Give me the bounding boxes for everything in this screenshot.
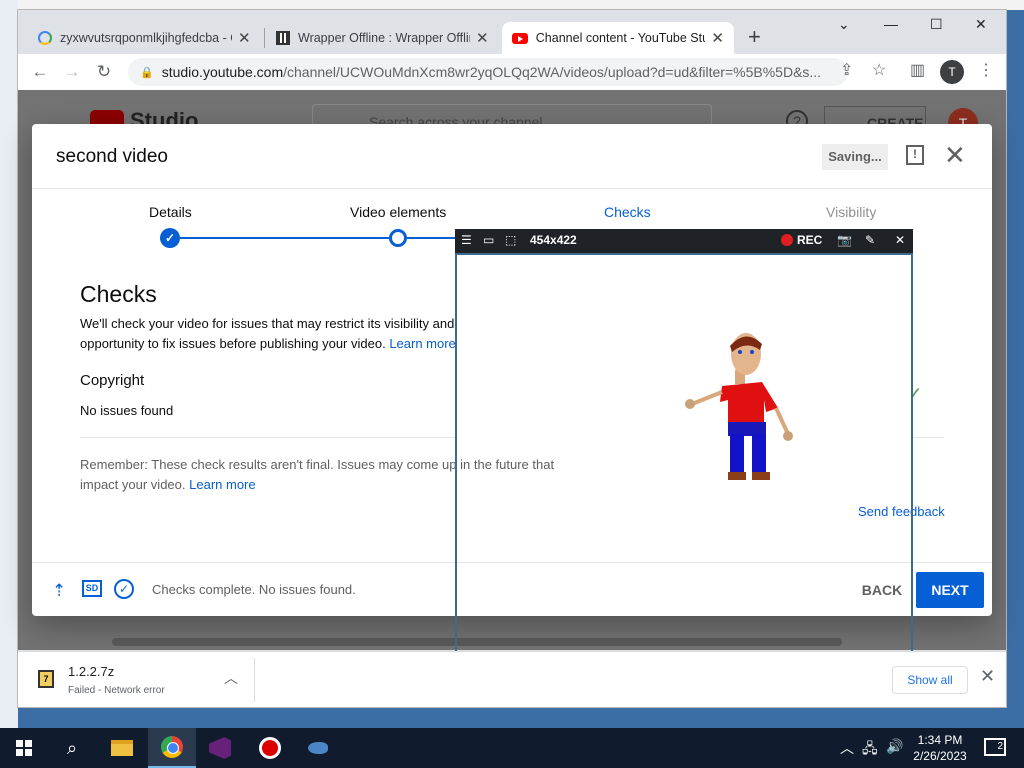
step-video-elements[interactable]: Video elements — [350, 204, 446, 220]
next-button[interactable]: NEXT — [916, 572, 984, 608]
address-bar[interactable]: 🔒 studio.youtube.com/channel/UCWOuMdnXcm… — [128, 58, 848, 86]
region-select-icon[interactable]: ⬚ — [505, 233, 516, 247]
close-tab-icon[interactable]: ✕ — [238, 29, 251, 47]
archive-file-icon: 7 — [38, 670, 54, 688]
chrome-icon — [161, 736, 183, 758]
tab-title: Channel content - YouTube Stud — [535, 31, 706, 45]
chevron-up-icon[interactable]: ︿ — [224, 668, 238, 688]
saving-badge: Saving... — [822, 144, 888, 170]
forward-arrow-icon[interactable]: → — [56, 62, 88, 82]
window-icon[interactable]: ▭ — [483, 233, 494, 247]
profile-avatar[interactable]: T — [940, 60, 964, 84]
back-arrow-icon[interactable]: ← — [24, 62, 56, 82]
record-button[interactable]: REC — [781, 233, 822, 247]
record-icon — [259, 737, 281, 759]
tab-wrapper-offline[interactable]: Wrapper Offline : Wrapper Offlin ✕ — [266, 22, 499, 54]
system-clock[interactable]: 1:34 PM 2/26/2023 — [912, 732, 968, 764]
step-done-check-icon: ✓ — [160, 228, 180, 248]
step-checks[interactable]: Checks — [604, 204, 651, 220]
clock-time: 1:34 PM — [917, 733, 963, 747]
browser-toolbar: ← → ↻ 🔒 studio.youtube.com/channel/UCWOu… — [18, 54, 1006, 90]
fish-app-icon — [308, 742, 328, 754]
tab-google-search[interactable]: zyxwvutsrqponmlkjihgfedcba - G ✕ — [28, 22, 261, 54]
search-icon: ⌕ — [66, 737, 78, 758]
minimize-icon[interactable]: — — [884, 16, 898, 32]
folder-icon — [111, 740, 133, 756]
close-tab-icon[interactable]: ✕ — [711, 29, 724, 47]
side-panel-icon[interactable]: ▥ — [910, 60, 925, 80]
learn-more-link[interactable]: Learn more — [189, 477, 255, 492]
sd-quality-icon[interactable]: SD — [82, 580, 102, 597]
screen-recorder-button[interactable] — [246, 728, 294, 768]
desktop-strip — [0, 0, 18, 728]
lock-icon: 🔒 — [140, 66, 154, 79]
close-icon[interactable]: ✕ — [980, 666, 995, 687]
youtube-icon — [512, 32, 528, 44]
download-file-name[interactable]: 1.2.2.7z — [68, 664, 114, 679]
tab-title: zyxwvutsrqponmlkjihgfedcba - G — [60, 31, 232, 45]
divider — [32, 188, 992, 189]
bookmark-star-icon[interactable]: ☆ — [872, 60, 886, 80]
volume-icon[interactable]: 🔊 — [886, 738, 903, 755]
tab-youtube-studio[interactable]: Channel content - YouTube Stud ✕ — [502, 22, 734, 54]
chevron-up-icon[interactable]: ︿ — [840, 738, 854, 758]
tab-search-icon[interactable]: ⌄ — [838, 16, 850, 33]
show-all-button[interactable]: Show all — [892, 666, 968, 694]
downloads-bar: 7 1.2.2.7z Failed - Network error ︿ Show… — [18, 651, 1006, 707]
close-window-icon[interactable]: ✕ — [975, 16, 987, 33]
feedback-icon[interactable]: ! — [906, 145, 924, 165]
close-tab-icon[interactable]: ✕ — [476, 29, 489, 47]
new-tab-button[interactable]: + — [748, 24, 761, 50]
camera-icon[interactable]: 📷 — [837, 233, 852, 247]
close-icon[interactable]: ✕ — [944, 140, 966, 170]
network-icon[interactable]: 🖧 — [862, 738, 878, 762]
recorder-capture-frame[interactable] — [455, 253, 913, 680]
chrome-button[interactable] — [148, 728, 196, 768]
internet-archive-icon — [276, 31, 290, 45]
search-button[interactable]: ⌕ — [48, 728, 96, 768]
google-icon — [38, 31, 52, 45]
url-path: /channel/UCWOuMdnXcm8wr2yqOLQq2WA/videos… — [283, 64, 822, 80]
windows-logo-icon — [16, 740, 32, 756]
recorder-size: 454x422 — [530, 233, 577, 247]
menu-kebab-icon[interactable]: ⋮ — [978, 60, 994, 80]
step-ring-icon — [389, 229, 407, 247]
windows-taskbar: ⌕ ︿ 🖧 🔊 1:34 PM 2/26/2023 2 — [0, 728, 1024, 768]
share-icon[interactable]: ⇪ — [840, 60, 853, 80]
desktop-background — [0, 0, 1024, 10]
upload-icon[interactable]: ⇡ — [52, 581, 66, 601]
file-explorer-button[interactable] — [98, 728, 146, 768]
footer-status: Checks complete. No issues found. — [152, 582, 356, 597]
app-button[interactable] — [294, 728, 342, 768]
maximize-icon[interactable]: ☐ — [930, 16, 943, 33]
copyright-status: No issues found — [80, 403, 174, 418]
divider — [254, 658, 255, 702]
notifications-icon[interactable]: 2 — [984, 738, 1006, 756]
record-dot-icon — [781, 234, 793, 246]
step-details[interactable]: Details — [149, 204, 192, 220]
checks-heading: Checks — [80, 281, 157, 307]
checks-complete-icon[interactable]: ✓ — [114, 579, 134, 599]
pencil-icon[interactable]: ✎ — [865, 233, 875, 247]
tab-title: Wrapper Offline : Wrapper Offlin — [298, 31, 470, 45]
tab-strip: zyxwvutsrqponmlkjihgfedcba - G ✕ Wrapper… — [18, 10, 1006, 54]
close-icon[interactable]: ✕ — [895, 233, 905, 247]
recorder-toolbar: ☰ ▭ ⬚ 454x422 REC 📷 ✎ ✕ — [455, 229, 913, 253]
copyright-heading: Copyright — [80, 372, 145, 389]
step-visibility[interactable]: Visibility — [826, 204, 876, 220]
reload-icon[interactable]: ↻ — [88, 62, 120, 82]
dialog-title: second video — [56, 146, 168, 167]
start-button[interactable] — [0, 728, 48, 768]
tab-separator — [264, 28, 265, 48]
visual-studio-button[interactable] — [196, 728, 244, 768]
menu-icon[interactable]: ☰ — [461, 233, 472, 247]
clock-date: 2/26/2023 — [913, 749, 967, 763]
rec-label: REC — [797, 233, 823, 247]
download-status: Failed - Network error — [68, 685, 165, 696]
url-domain: studio.youtube.com — [161, 64, 284, 80]
visual-studio-icon — [209, 737, 231, 759]
learn-more-link[interactable]: Learn more — [389, 336, 455, 351]
